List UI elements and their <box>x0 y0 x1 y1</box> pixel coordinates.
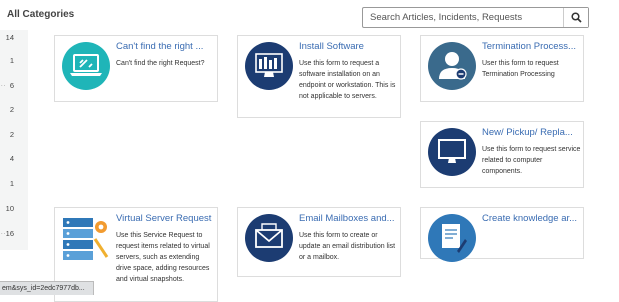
category-count[interactable]: 2 <box>10 105 14 114</box>
category-count[interactable]: 14 <box>6 33 14 42</box>
server-gear-icon <box>63 218 109 260</box>
laptop-tools-icon <box>62 42 110 90</box>
category-count[interactable]: 1 <box>10 179 14 188</box>
category-count[interactable]: 16 <box>6 229 14 238</box>
card-description: User this form to request Termination Pr… <box>482 60 559 78</box>
card-title[interactable]: New/ Pickup/ Repla... <box>482 127 573 138</box>
card-title[interactable]: Virtual Server Request <box>116 213 211 224</box>
card-title[interactable]: Install Software <box>299 41 364 52</box>
card-title[interactable]: Email Mailboxes and... <box>299 213 395 224</box>
card-description: Use this form to request service related… <box>482 146 581 175</box>
card-title[interactable]: Create knowledge ar... <box>482 213 577 224</box>
search-input[interactable] <box>363 8 563 27</box>
card-description: Can't find the right Request? <box>116 60 205 67</box>
card-title[interactable]: Termination Process... <box>482 41 576 52</box>
status-bar-url: em&sys_id=2edc7977db... <box>0 281 94 295</box>
catalog-item-card[interactable]: Email Mailboxes and... Use this form to … <box>237 207 401 277</box>
catalog-item-card[interactable]: Create knowledge ar... <box>420 207 584 262</box>
user-remove-icon <box>428 42 476 90</box>
search-box <box>362 7 589 28</box>
envelope-icon <box>245 214 293 262</box>
card-title[interactable]: Can't find the right ... <box>116 41 203 52</box>
category-count[interactable]: 2 <box>10 130 14 139</box>
page-title: All Categories <box>7 9 75 20</box>
category-count[interactable]: 1 <box>10 56 14 65</box>
search-icon <box>570 12 582 23</box>
drag-handle-icon: .. <box>1 82 7 88</box>
software-monitor-icon <box>245 42 293 90</box>
catalog-item-card[interactable]: Termination Process... User this form to… <box>420 35 584 102</box>
category-count[interactable]: 10 <box>6 204 14 213</box>
category-count[interactable]: 4 <box>10 154 14 163</box>
card-description: Use this Service Request to request item… <box>116 232 210 283</box>
search-button[interactable] <box>563 8 588 27</box>
category-count[interactable]: 6 <box>10 81 14 90</box>
category-sidebar: 14 1 .. 6 2 2 4 1 10 .. 16 <box>0 30 28 250</box>
card-description: Use this form to request a software inst… <box>299 60 396 100</box>
document-edit-icon <box>428 214 476 262</box>
catalog-item-card[interactable]: Install Software Use this form to reques… <box>237 35 401 118</box>
monitor-icon <box>428 128 476 176</box>
catalog-item-card[interactable]: Can't find the right ... Can't find the … <box>54 35 218 102</box>
catalog-item-card[interactable]: New/ Pickup/ Repla... Use this form to r… <box>420 121 584 188</box>
card-description: Use this form to create or update an ema… <box>299 232 396 261</box>
